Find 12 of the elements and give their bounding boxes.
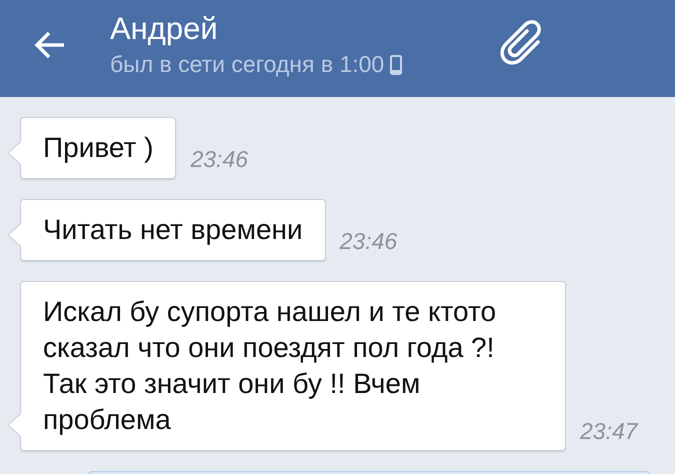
bubble-tail: [7, 223, 21, 247]
bubble-tail: [7, 141, 21, 165]
message-bubble: Читать нет времени: [20, 199, 326, 261]
bubble-tail: [7, 413, 21, 437]
message-time: 23:46: [189, 146, 248, 174]
message-time: 23:46: [338, 228, 398, 256]
last-seen-status: был в сети сегодня в 1:00: [110, 51, 384, 78]
message-bubble: Искал бу супорта нашел и те ктото сказал что они поездят пол года ?! Так это значит они бу !! Вчем проблема: [20, 281, 566, 451]
back-icon[interactable]: [34, 30, 66, 58]
contact-name: Андрей: [110, 11, 219, 47]
message-bubble: Привет ): [20, 117, 176, 179]
message-time: 23:47: [578, 418, 638, 446]
